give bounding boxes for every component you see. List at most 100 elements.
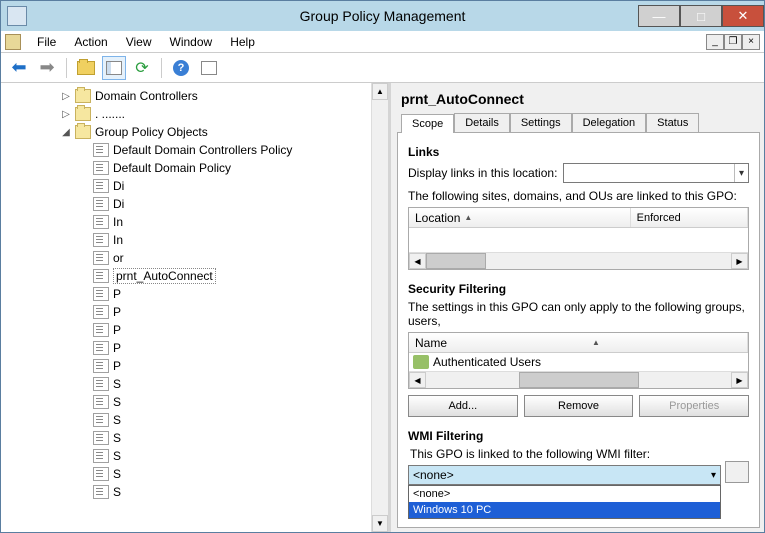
- scroll-left-button[interactable]: ◀: [409, 372, 426, 388]
- tab-delegation[interactable]: Delegation: [572, 113, 647, 132]
- menu-help[interactable]: Help: [222, 33, 263, 51]
- tab-status[interactable]: Status: [646, 113, 699, 132]
- links-heading: Links: [408, 145, 749, 159]
- properties-button[interactable]: [197, 56, 221, 80]
- properties-button[interactable]: Properties: [639, 395, 749, 417]
- tree-item[interactable]: P: [61, 321, 388, 339]
- tab-scope[interactable]: Scope: [401, 114, 454, 133]
- tree-item[interactable]: Default Domain Policy: [61, 159, 388, 177]
- links-location-select[interactable]: ▾: [563, 163, 749, 183]
- tab-details[interactable]: Details: [454, 113, 510, 132]
- tree-item-label: S: [113, 449, 121, 463]
- tree-item[interactable]: P: [61, 303, 388, 321]
- col-enforced[interactable]: Enforced: [631, 208, 748, 227]
- tree-item[interactable]: prnt_AutoConnect: [61, 267, 388, 285]
- tree-item-label: P: [113, 323, 121, 337]
- scroll-thumb[interactable]: [426, 253, 486, 269]
- window-title: Group Policy Management: [300, 8, 466, 24]
- menu-window[interactable]: Window: [162, 33, 221, 51]
- chevron-down-icon: ▾: [711, 470, 716, 481]
- tab-settings[interactable]: Settings: [510, 113, 572, 132]
- tree-item[interactable]: ◢Group Policy Objects: [61, 123, 388, 141]
- tree-item[interactable]: or: [61, 249, 388, 267]
- scroll-thumb[interactable]: [519, 372, 639, 388]
- folder-icon: [77, 61, 95, 75]
- refresh-button[interactable]: ⟳: [130, 56, 154, 80]
- app-icon: [7, 6, 27, 26]
- refresh-icon: ⟳: [135, 58, 148, 78]
- tree-item[interactable]: P: [61, 339, 388, 357]
- gpo-icon: [93, 305, 109, 319]
- minimize-button[interactable]: —: [638, 5, 680, 27]
- tree-item-label: In: [113, 215, 123, 229]
- security-listview[interactable]: Name▲ Authenticated Users ◀ ▶: [408, 332, 749, 389]
- close-button[interactable]: ✕: [722, 5, 764, 27]
- tree-item[interactable]: ▷Domain Controllers: [61, 87, 388, 105]
- tree-item[interactable]: S: [61, 411, 388, 429]
- wmi-option-win10[interactable]: Windows 10 PC: [409, 502, 720, 518]
- links-hscrollbar[interactable]: ◀ ▶: [409, 252, 748, 269]
- tree-item-label: prnt_AutoConnect: [113, 268, 216, 284]
- col-name[interactable]: Name▲: [409, 333, 748, 352]
- gpo-icon: [93, 197, 109, 211]
- wmi-open-button[interactable]: [725, 461, 749, 483]
- tree-item-label: S: [113, 485, 121, 499]
- mdi-restore-button[interactable]: ❐: [724, 34, 742, 50]
- toolbar: ⬅ ➡ ⟳ ?: [1, 53, 764, 83]
- tree-item[interactable]: S: [61, 375, 388, 393]
- back-button[interactable]: ⬅: [7, 56, 31, 80]
- forward-button[interactable]: ➡: [35, 56, 59, 80]
- show-tree-button[interactable]: [102, 56, 126, 80]
- mdi-close-button[interactable]: ×: [742, 34, 760, 50]
- tree-pane[interactable]: ▷Domain Controllers▷. .......◢Group Poli…: [1, 83, 391, 532]
- mdi-minimize-button[interactable]: _: [706, 34, 724, 50]
- wmi-option-none[interactable]: <none>: [409, 486, 720, 502]
- tree-item[interactable]: Di: [61, 195, 388, 213]
- gpo-icon: [93, 269, 109, 283]
- wmi-filter-select[interactable]: <none> ▾: [408, 465, 721, 485]
- wmi-heading: WMI Filtering: [408, 429, 749, 443]
- tree-item[interactable]: S: [61, 465, 388, 483]
- tree-item[interactable]: P: [61, 357, 388, 375]
- tree-item-label: S: [113, 395, 121, 409]
- tree-item[interactable]: S: [61, 429, 388, 447]
- tree-item[interactable]: Default Domain Controllers Policy: [61, 141, 388, 159]
- scroll-up-button[interactable]: ▲: [372, 83, 388, 100]
- twisty-icon[interactable]: ◢: [61, 127, 71, 138]
- folder-icon: [75, 125, 91, 139]
- help-button[interactable]: ?: [169, 56, 193, 80]
- twisty-icon[interactable]: ▷: [61, 91, 71, 102]
- security-hscrollbar[interactable]: ◀ ▶: [409, 371, 748, 388]
- gpo-icon: [93, 413, 109, 427]
- add-button[interactable]: Add...: [408, 395, 518, 417]
- tree-item[interactable]: S: [61, 483, 388, 501]
- tree-item[interactable]: P: [61, 285, 388, 303]
- tree-item[interactable]: Di: [61, 177, 388, 195]
- gpo-icon: [93, 215, 109, 229]
- tree-scrollbar[interactable]: ▲ ▼: [371, 83, 388, 532]
- tree-item[interactable]: In: [61, 213, 388, 231]
- tree-item[interactable]: S: [61, 393, 388, 411]
- menu-file[interactable]: File: [29, 33, 64, 51]
- wmi-filter-dropdown[interactable]: <none> Windows 10 PC: [408, 485, 721, 519]
- scroll-left-button[interactable]: ◀: [409, 253, 426, 269]
- maximize-button[interactable]: □: [680, 5, 722, 27]
- menu-action[interactable]: Action: [66, 33, 115, 51]
- up-folder-button[interactable]: [74, 56, 98, 80]
- gpo-icon: [93, 143, 109, 157]
- tree-item[interactable]: In: [61, 231, 388, 249]
- tree-item-label: S: [113, 431, 121, 445]
- remove-button[interactable]: Remove: [524, 395, 634, 417]
- scroll-down-button[interactable]: ▼: [372, 515, 388, 532]
- tree-item[interactable]: S: [61, 447, 388, 465]
- scroll-right-button[interactable]: ▶: [731, 372, 748, 388]
- menu-view[interactable]: View: [118, 33, 160, 51]
- gpo-icon: [93, 287, 109, 301]
- col-location[interactable]: Location▲: [409, 208, 631, 227]
- links-listview[interactable]: Location▲ Enforced ◀ ▶: [408, 207, 749, 270]
- security-entry[interactable]: Authenticated Users: [409, 353, 748, 371]
- scroll-right-button[interactable]: ▶: [731, 253, 748, 269]
- tree-item-label: or: [113, 251, 124, 265]
- links-location-label: Display links in this location:: [408, 166, 557, 180]
- scroll-track[interactable]: [372, 100, 388, 515]
